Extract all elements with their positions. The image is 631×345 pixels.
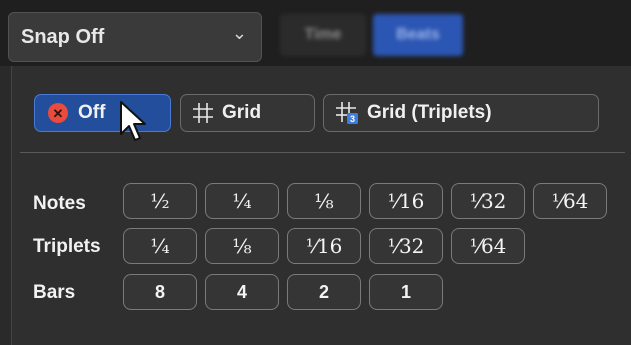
notes-value-button[interactable]: ¼ [205,183,279,219]
snap-grid-triplets-button[interactable]: 3 Grid (Triplets) [323,94,599,132]
notes-value-button[interactable]: ⅛ [287,183,361,219]
mouse-pointer-icon [120,101,146,141]
bars-value-label: 1 [400,281,411,302]
bars-value-label: 2 [318,281,329,302]
svg-text:3: 3 [350,114,355,124]
bars-value-button[interactable]: 1 [369,274,443,310]
snap-toolbar: Snap Off ⌄ Time Beats [0,0,631,66]
snap-dropdown-label: Snap Off [21,25,105,48]
notes-value-label: ⅟64 [551,189,589,213]
notes-value-label: ⅟16 [387,189,425,213]
bars-value-button[interactable]: 2 [287,274,361,310]
notes-value-label: ⅛ [314,189,334,213]
triplets-row-label: Triplets [33,236,101,257]
notes-value-button[interactable]: ⅟16 [369,183,443,219]
notes-value-button[interactable]: ½ [123,183,197,219]
snap-off-label: Off [78,102,106,123]
notes-value-button[interactable]: ⅟32 [451,183,525,219]
triplets-value-label: ⅛ [232,234,252,258]
snap-dropdown[interactable]: Snap Off ⌄ [8,12,262,62]
tab-beats[interactable]: Beats [373,14,463,56]
triplets-value-button[interactable]: ⅟32 [369,228,443,264]
triplets-value-label: ⅟32 [387,234,425,258]
bars-value-button[interactable]: 8 [123,274,197,310]
notes-value-button[interactable]: ⅟64 [533,183,607,219]
snap-off-button[interactable]: ✕ Off [34,94,171,132]
bars-value-button[interactable]: 4 [205,274,279,310]
chevron-down-icon: ⌄ [231,23,247,43]
bars-row-label: Bars [33,282,76,303]
notes-row-label: Notes [33,193,86,214]
notes-value-label: ¼ [232,189,252,213]
off-x-circle-icon: ✕ [48,103,68,123]
triplets-value-label: ¼ [150,234,170,258]
tab-beats-label: Beats [396,26,440,43]
tab-time-label: Time [304,26,342,43]
bars-value-label: 4 [236,281,247,302]
tab-time[interactable]: Time [280,14,366,56]
notes-value-label: ⅟32 [469,189,507,213]
snap-grid-label: Grid [222,102,262,123]
section-divider [20,152,625,153]
grid-triplets-icon: 3 [336,102,358,124]
notes-value-label: ½ [150,189,170,213]
triplets-value-button[interactable]: ¼ [123,228,197,264]
snap-grid-triplets-label: Grid (Triplets) [367,102,492,123]
triplets-value-label: ⅟64 [469,234,507,258]
triplets-value-button[interactable]: ⅛ [205,228,279,264]
triplets-value-button[interactable]: ⅟64 [451,228,525,264]
grid-icon [193,103,213,123]
triplets-value-button[interactable]: ⅟16 [287,228,361,264]
snap-grid-button[interactable]: Grid [180,94,315,132]
bars-value-label: 8 [154,281,165,302]
triplets-value-label: ⅟16 [305,234,343,258]
